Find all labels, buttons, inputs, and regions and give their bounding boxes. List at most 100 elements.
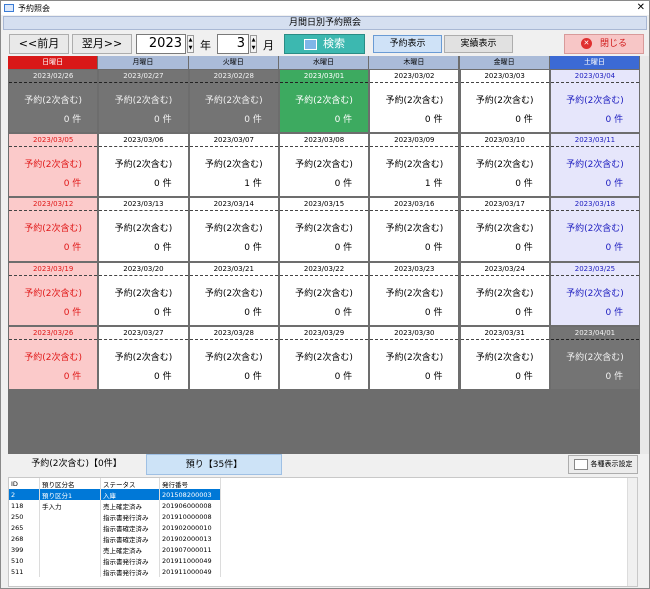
table-row[interactable]: 510 指示書発行済み 201911000049 [9, 555, 221, 566]
column-header[interactable]: 預り区分名 [39, 478, 101, 489]
calendar-day-cell[interactable]: 2023/03/12 予約(2次含む) 0 件 [8, 197, 99, 262]
calendar-day-cell[interactable]: 2023/03/13 予約(2次含む) 0 件 [98, 197, 189, 262]
actual-view-button[interactable]: 実績表示 [444, 35, 513, 53]
close-button[interactable]: ✕ 閉じる [564, 34, 644, 54]
table-row[interactable]: 399 売上確定済み 201907000011 [9, 544, 221, 555]
tab-reservation[interactable]: 予約(2次含む)【0件】 [8, 454, 145, 475]
calendar-day-cell[interactable]: 2023/03/18 予約(2次含む) 0 件 [549, 197, 641, 262]
calendar-day-cell[interactable]: 2023/03/30 予約(2次含む) 0 件 [369, 325, 460, 390]
calendar-day-cell[interactable]: 2023/03/14 予約(2次含む) 0 件 [188, 197, 279, 262]
reservation-view-button[interactable]: 予約表示 [373, 35, 442, 53]
column-header[interactable]: ID [9, 478, 40, 489]
calendar-day-cell[interactable]: 2023/03/10 予約(2次含む) 0 件 [459, 133, 550, 198]
table-row[interactable]: 118 手入力 売上確定済み 201906000008 [9, 500, 221, 511]
display-settings-button[interactable]: 各種表示設定 [568, 455, 638, 474]
calendar-day-cell[interactable]: 2023/03/20 予約(2次含む) 0 件 [98, 261, 189, 326]
weekday-header: 金曜日 [459, 56, 550, 69]
day-count: 0 件 [63, 371, 82, 382]
list-scrollbar[interactable] [627, 478, 637, 586]
day-date: 2023/02/27 [99, 71, 188, 83]
table-row[interactable]: 511 指示書発行済み 201911000049 [9, 566, 221, 577]
table-row[interactable]: 250 指示書発行済み 201910000008 [9, 511, 221, 522]
calendar-day-cell[interactable]: 2023/03/09 予約(2次含む) 1 件 [369, 133, 460, 198]
calendar-day-cell[interactable]: 2023/02/26 予約(2次含む) 0 件 [8, 69, 99, 134]
calendar-day-cell[interactable]: 2023/03/31 予約(2次含む) 0 件 [459, 325, 550, 390]
table-cell: 指示書確定済み [100, 522, 160, 533]
calendar-day-cell[interactable]: 2023/03/23 予約(2次含む) 0 件 [369, 261, 460, 326]
prev-month-button[interactable]: <<前月 [9, 34, 69, 54]
calendar-day-cell[interactable]: 2023/03/06 予約(2次含む) 0 件 [98, 133, 189, 198]
year-spinner[interactable]: ▲ ▼ [187, 35, 194, 53]
app-icon [4, 4, 14, 12]
table-cell: 手入力 [39, 500, 101, 511]
column-header[interactable]: 発行番号 [159, 478, 221, 489]
calendar-day-cell[interactable]: 2023/03/05 予約(2次含む) 0 件 [8, 133, 99, 198]
day-count: 0 件 [244, 371, 262, 382]
column-header[interactable]: ステータス [100, 478, 160, 489]
day-count: 0 件 [515, 243, 533, 254]
calendar-day-cell[interactable]: 2023/03/25 予約(2次含む) 0 件 [549, 261, 641, 326]
calendar-day-cell[interactable]: 2023/03/22 予約(2次含む) 0 件 [278, 261, 370, 326]
search-button[interactable]: 検索 [284, 34, 365, 54]
calendar-day-cell[interactable]: 2023/03/15 予約(2次含む) 0 件 [278, 197, 370, 262]
close-circle-icon: ✕ [580, 38, 592, 49]
day-label: 予約(2次含む) [114, 288, 173, 299]
calendar-day-cell[interactable]: 2023/03/21 予約(2次含む) 0 件 [188, 261, 279, 326]
day-date: 2023/04/01 [550, 328, 640, 340]
window-close-icon[interactable]: ✕ [637, 1, 645, 15]
day-count: 0 件 [424, 115, 443, 125]
day-date: 2023/03/03 [460, 71, 549, 83]
day-label: 予約(2次含む) [475, 96, 534, 106]
day-label: 予約(2次含む) [566, 288, 624, 299]
calendar-day-cell[interactable]: 2023/03/02 予約(2次含む) 0 件 [369, 69, 460, 134]
calendar-day-cell[interactable]: 2023/03/24 予約(2次含む) 0 件 [459, 261, 550, 326]
day-count: 0 件 [424, 307, 443, 318]
day-count: 0 件 [154, 179, 172, 190]
calendar-day-cell[interactable]: 2023/03/16 予約(2次含む) 0 件 [369, 197, 460, 262]
table-cell: 510 [9, 555, 40, 566]
month-spinner[interactable]: ▲ ▼ [250, 35, 257, 53]
calendar-day-cell[interactable]: 2023/03/26 予約(2次含む) 0 件 [8, 325, 99, 390]
calendar-day-cell[interactable]: 2023/03/04 予約(2次含む) 0 件 [549, 69, 641, 134]
month-input[interactable]: 3 [217, 34, 249, 54]
table-row[interactable]: 2 預り区分1 入庫 201508200003 [9, 489, 221, 500]
calendar-day-cell[interactable]: 2023/03/19 予約(2次含む) 0 件 [8, 261, 99, 326]
calendar-day-cell[interactable]: 2023/02/27 予約(2次含む) 0 件 [98, 69, 189, 134]
calendar-day-cell[interactable]: 2023/03/28 予約(2次含む) 0 件 [188, 325, 279, 390]
calendar-day-cell[interactable]: 2023/03/01 予約(2次含む) 0 件 [278, 69, 370, 134]
next-month-button[interactable]: 翌月>> [72, 34, 132, 54]
day-date: 2023/03/31 [460, 328, 549, 340]
day-count: 0 件 [605, 371, 624, 382]
table-row[interactable]: 268 指示書確定済み 201902000013 [9, 533, 221, 544]
table-cell: 指示書確定済み [100, 533, 160, 544]
calendar-day-cell[interactable]: 2023/02/28 予約(2次含む) 0 件 [188, 69, 279, 134]
calendar-day-cell[interactable]: 2023/03/27 予約(2次含む) 0 件 [98, 325, 189, 390]
calendar-day-cell[interactable]: 2023/03/08 予約(2次含む) 0 件 [278, 133, 370, 198]
day-date: 2023/03/24 [460, 264, 549, 276]
vertical-scrollbar[interactable] [640, 56, 649, 454]
calendar-day-cell[interactable]: 2023/03/29 予約(2次含む) 0 件 [278, 325, 370, 390]
day-count: 0 件 [515, 371, 533, 382]
year-input[interactable]: 2023 [136, 34, 186, 54]
day-date: 2023/03/07 [189, 135, 278, 148]
tab-storage[interactable]: 預り【35件】 [146, 454, 282, 475]
day-label: 予約(2次含む) [24, 224, 83, 235]
day-date: 2023/03/14 [189, 199, 278, 212]
calendar-day-cell[interactable]: 2023/03/11 予約(2次含む) 0 件 [549, 133, 641, 198]
day-date: 2023/03/29 [279, 328, 369, 340]
day-label: 予約(2次含む) [24, 352, 83, 363]
calendar-day-cell[interactable]: 2023/03/03 予約(2次含む) 0 件 [459, 69, 550, 134]
table-row[interactable]: 265 指示書確定済み 201902000010 [9, 522, 221, 533]
day-count: 0 件 [605, 307, 624, 318]
calendar-day-cell[interactable]: 2023/04/01 予約(2次含む) 0 件 [549, 325, 641, 390]
day-count: 0 件 [515, 307, 533, 318]
day-date: 2023/03/17 [460, 199, 549, 212]
day-count: 0 件 [515, 115, 533, 125]
calendar-day-cell[interactable]: 2023/03/07 予約(2次含む) 1 件 [188, 133, 279, 198]
day-date: 2023/03/09 [370, 135, 459, 148]
day-label: 予約(2次含む) [295, 160, 353, 171]
day-date: 2023/03/23 [370, 264, 459, 276]
calendar-day-cell[interactable]: 2023/03/17 予約(2次含む) 0 件 [459, 197, 550, 262]
day-count: 0 件 [63, 243, 82, 254]
day-date: 2023/03/18 [550, 199, 640, 212]
